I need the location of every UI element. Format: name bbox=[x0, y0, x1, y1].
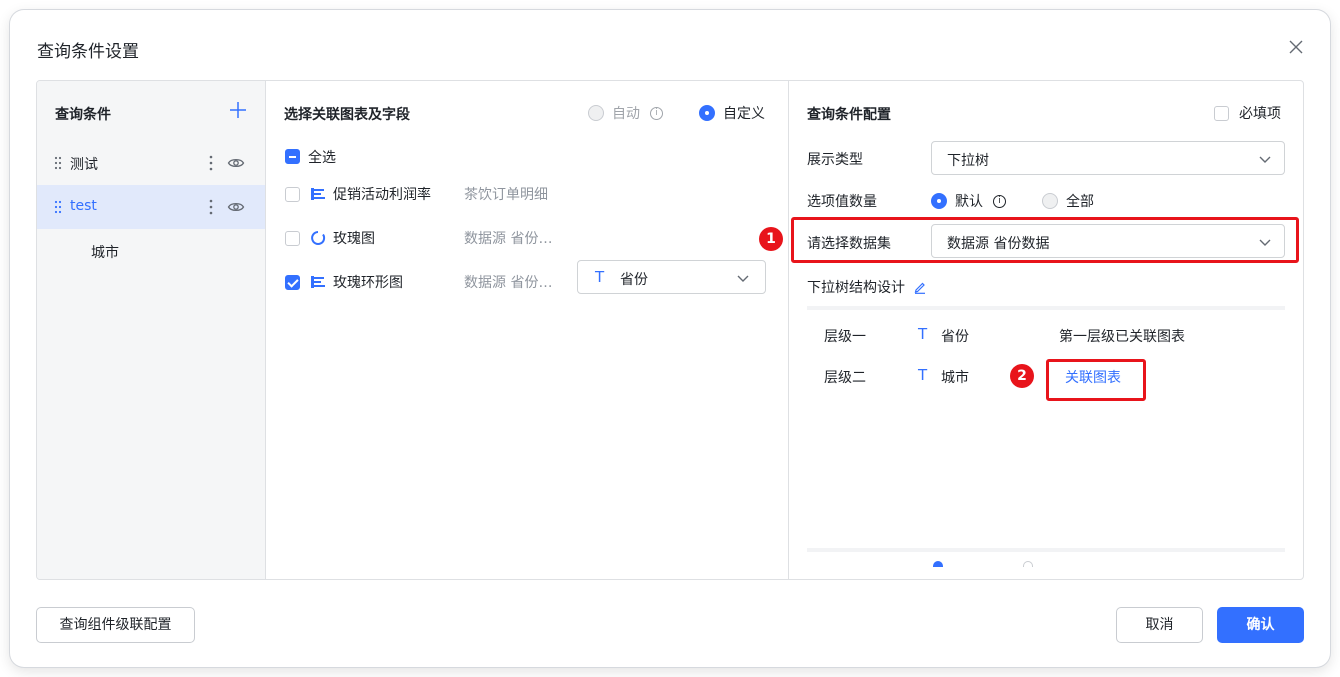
chart-source: 茶饮订单明细 bbox=[464, 187, 548, 203]
info-icon[interactable]: i bbox=[650, 106, 663, 120]
chart-field-panel: 选择关联图表及字段 自动 i 自定义 全选 促销活动利润率 茶饮订单明细 玫瑰图… bbox=[266, 81, 789, 579]
condition-list-panel: 查询条件 测试 test 城市 bbox=[37, 81, 266, 579]
dataset-value: 数据源 省份数据 bbox=[947, 236, 1050, 252]
option-default-label: 默认 bbox=[955, 194, 983, 210]
chevron-down-icon bbox=[737, 275, 749, 282]
ring-chart-icon bbox=[311, 231, 326, 245]
chart-name: 促销活动利润率 bbox=[333, 187, 431, 203]
level-name: 层级二 bbox=[824, 370, 866, 386]
bar-chart-icon bbox=[311, 276, 325, 288]
info-icon[interactable]: i bbox=[993, 194, 1006, 208]
tree-structure-box bbox=[807, 306, 1285, 552]
text-type-icon: T bbox=[595, 268, 605, 286]
edit-icon[interactable] bbox=[913, 280, 927, 294]
add-condition-icon[interactable] bbox=[228, 100, 248, 120]
callout-badge: 1 bbox=[759, 227, 783, 251]
query-settings-dialog: 查询条件设置 查询条件 测试 test 城市 选择关联图表及字段 自动 i 自定… bbox=[10, 10, 1330, 667]
level-field: 城市 bbox=[941, 370, 969, 386]
cancel-button[interactable]: 取消 bbox=[1116, 607, 1203, 643]
mode-custom-label: 自定义 bbox=[723, 106, 765, 122]
more-vertical-icon[interactable] bbox=[205, 197, 217, 217]
more-vertical-icon[interactable] bbox=[205, 153, 217, 173]
display-type-label: 展示类型 bbox=[807, 152, 863, 168]
condition-label: 测试 bbox=[70, 157, 98, 173]
chart-name: 玫瑰环形图 bbox=[333, 275, 403, 291]
bar-chart-icon bbox=[311, 188, 325, 200]
checkbox-box bbox=[1214, 105, 1229, 121]
callout-badge: 2 bbox=[1010, 364, 1034, 388]
mode-custom-radio[interactable]: 自定义 bbox=[699, 103, 765, 123]
chart-checkbox[interactable] bbox=[285, 275, 300, 290]
level-field: 省份 bbox=[941, 329, 969, 345]
chevron-down-icon bbox=[1259, 156, 1271, 163]
mode-auto-label: 自动 bbox=[612, 106, 640, 122]
field-select[interactable]: T 省份 bbox=[577, 260, 766, 294]
chart-source: 数据源 省份… bbox=[464, 275, 553, 291]
condition-list-title: 查询条件 bbox=[55, 107, 111, 123]
display-type-select[interactable]: 下拉树 bbox=[931, 141, 1285, 175]
option-all-label: 全部 bbox=[1066, 194, 1094, 210]
drag-handle-icon[interactable] bbox=[54, 156, 62, 170]
mode-auto-radio[interactable]: 自动 i bbox=[588, 103, 663, 123]
drag-handle-icon[interactable] bbox=[54, 200, 62, 214]
chart-row: 玫瑰环形图 数据源 省份… T 省份 bbox=[266, 260, 786, 297]
radio-dot bbox=[699, 105, 715, 121]
option-all-radio[interactable]: 全部 bbox=[1042, 191, 1094, 211]
chart-name: 玫瑰图 bbox=[333, 231, 375, 247]
required-label: 必填项 bbox=[1239, 106, 1281, 122]
dialog-title: 查询条件设置 bbox=[37, 42, 139, 62]
radio-dot bbox=[1042, 193, 1058, 209]
eye-icon[interactable] bbox=[227, 154, 245, 172]
chart-field-title: 选择关联图表及字段 bbox=[284, 107, 410, 123]
cascade-config-button[interactable]: 查询组件级联配置 bbox=[36, 607, 195, 643]
condition-item[interactable]: 测试 bbox=[37, 141, 265, 185]
condition-sub-item-city[interactable]: 城市 bbox=[91, 242, 119, 262]
display-type-value: 下拉树 bbox=[947, 153, 989, 169]
option-default-radio[interactable]: 默认 i bbox=[931, 191, 1006, 211]
level-status: 第一层级已关联图表 bbox=[1059, 329, 1185, 345]
confirm-button[interactable]: 确认 bbox=[1217, 607, 1304, 643]
radio-peek bbox=[1023, 561, 1033, 567]
chart-checkbox[interactable] bbox=[285, 187, 300, 202]
dataset-select[interactable]: 数据源 省份数据 bbox=[931, 224, 1285, 258]
chart-checkbox[interactable] bbox=[285, 231, 300, 246]
close-icon[interactable] bbox=[1285, 36, 1307, 58]
condition-config-panel: 查询条件配置 必填项 展示类型 下拉树 选项值数量 默认 i 全部 请选择数据集… bbox=[789, 81, 1303, 579]
required-checkbox[interactable]: 必填项 bbox=[1214, 103, 1281, 123]
radio-dot bbox=[588, 105, 604, 121]
chart-row: 促销活动利润率 茶饮订单明细 bbox=[266, 179, 786, 209]
chart-source: 数据源 省份… bbox=[464, 231, 553, 247]
condition-label: test bbox=[70, 198, 97, 214]
tree-design-title: 下拉树结构设计 bbox=[807, 277, 927, 297]
field-select-value: 省份 bbox=[620, 272, 648, 288]
dataset-label: 请选择数据集 bbox=[807, 236, 891, 252]
eye-icon[interactable] bbox=[227, 198, 245, 216]
radio-dot bbox=[931, 193, 947, 209]
select-all-checkbox[interactable] bbox=[285, 149, 300, 164]
level-name: 层级一 bbox=[824, 329, 866, 345]
radio-peek bbox=[933, 561, 943, 567]
link-chart-link[interactable]: 关联图表 bbox=[1065, 367, 1121, 387]
select-all-label: 全选 bbox=[308, 150, 336, 166]
dialog-content: 查询条件 测试 test 城市 选择关联图表及字段 自动 i 自定义 全选 促销… bbox=[36, 80, 1304, 580]
text-type-icon: T bbox=[918, 325, 928, 343]
text-type-icon: T bbox=[918, 366, 928, 384]
tree-design-label: 下拉树结构设计 bbox=[807, 280, 905, 296]
chevron-down-icon bbox=[1259, 239, 1271, 246]
config-title: 查询条件配置 bbox=[807, 107, 891, 123]
chart-row: 玫瑰图 数据源 省份… bbox=[266, 223, 786, 253]
option-count-label: 选项值数量 bbox=[807, 194, 877, 210]
condition-item-active[interactable]: test bbox=[37, 185, 265, 229]
